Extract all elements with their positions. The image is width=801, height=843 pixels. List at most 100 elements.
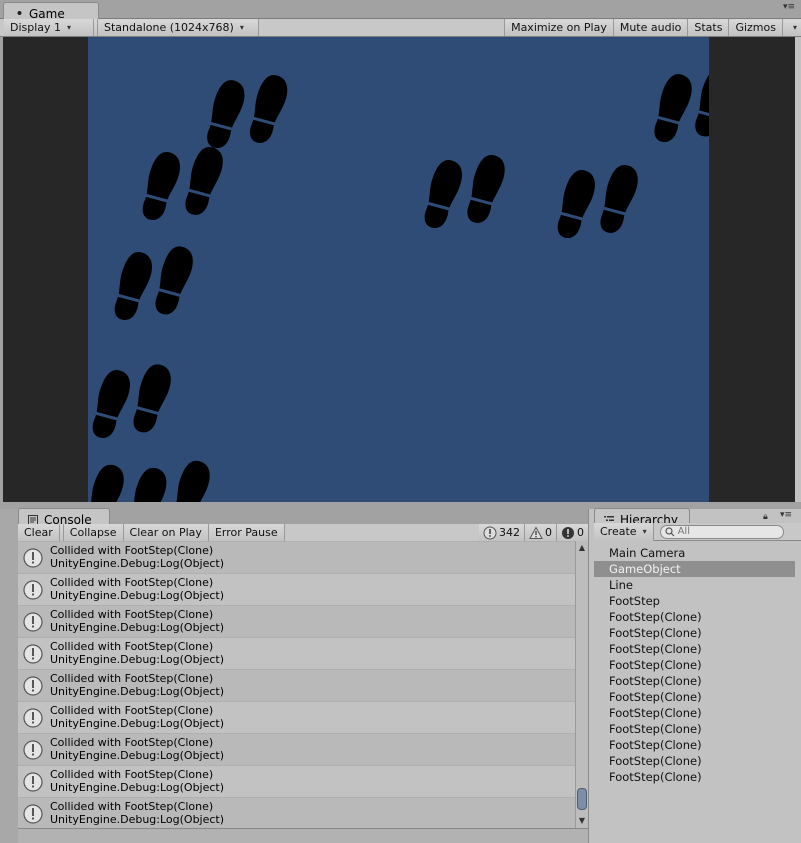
log-stacktrace: UnityEngine.Debug:Log(Object) — [50, 685, 225, 698]
scroll-up-arrow-icon[interactable]: ▲ — [576, 542, 588, 554]
error-count-toggle[interactable]: 0 — [557, 524, 588, 541]
log-message: Collided with FootStep(Clone) — [50, 704, 214, 717]
warning-count-toggle[interactable]: 0 — [525, 524, 557, 541]
hierarchy-item[interactable]: Main Camera — [594, 545, 795, 561]
game-view-right-gutter — [795, 37, 801, 502]
collapse-toggle[interactable]: Collapse — [63, 524, 124, 541]
create-label: Create — [600, 525, 637, 538]
hierarchy-item[interactable]: FootStep(Clone) — [594, 737, 795, 753]
resolution-dropdown[interactable]: Standalone (1024x768) — [98, 19, 259, 36]
hierarchy-item[interactable]: FootStep(Clone) — [594, 705, 795, 721]
footprint-pair — [137, 143, 228, 225]
lock-icon[interactable]: 🔒︎ — [763, 512, 768, 522]
search-icon — [664, 526, 675, 536]
hierarchy-item[interactable]: FootStep(Clone) — [594, 673, 795, 689]
hierarchy-item[interactable]: FootStep(Clone) — [594, 657, 795, 673]
log-stacktrace: UnityEngine.Debug:Log(Object) — [50, 813, 225, 826]
hierarchy-item[interactable]: Line — [594, 577, 795, 593]
left-panel-stub — [0, 509, 18, 843]
panel-menu-icon[interactable]: ▾≡ — [783, 2, 795, 12]
footprints-layer — [88, 65, 709, 502]
footprint-pair — [201, 71, 292, 153]
log-entry[interactable]: Collided with FootStep(Clone) UnityEngine… — [18, 573, 575, 605]
game-tab-strip: Game ▾≡ — [0, 0, 801, 21]
footprint-pair — [552, 161, 643, 243]
clear-on-play-label: Clear on Play — [129, 526, 202, 539]
log-entry[interactable]: Collided with FootStep(Clone) UnityEngine… — [18, 797, 575, 828]
info-icon — [23, 772, 43, 792]
footprint-pair — [88, 457, 215, 502]
log-message: Collided with FootStep(Clone) — [50, 736, 214, 749]
hierarchy-item-selected[interactable]: GameObject — [594, 561, 795, 577]
console-scrollbar[interactable]: ▲ ▼ — [575, 541, 588, 828]
hierarchy-item[interactable]: FootStep(Clone) — [594, 769, 795, 785]
log-count-toggle[interactable]: 342 — [479, 524, 525, 541]
footprint-pair — [88, 361, 176, 443]
stats-toggle[interactable]: Stats — [688, 19, 730, 36]
log-entry[interactable]: Collided with FootStep(Clone) UnityEngine… — [18, 605, 575, 637]
hierarchy-item[interactable]: FootStep(Clone) — [594, 753, 795, 769]
log-entry[interactable]: Collided with FootStep(Clone) UnityEngine… — [18, 765, 575, 797]
clear-label: Clear — [24, 526, 53, 539]
log-message: Collided with FootStep(Clone) — [50, 576, 214, 589]
game-canvas[interactable] — [88, 37, 709, 502]
gizmos-dropdown[interactable] — [782, 19, 801, 36]
scroll-down-arrow-icon[interactable]: ▼ — [576, 815, 588, 827]
mute-audio-toggle[interactable]: Mute audio — [613, 19, 689, 36]
error-pause-label: Error Pause — [214, 526, 278, 539]
stats-label: Stats — [694, 21, 723, 34]
info-icon — [23, 644, 43, 664]
info-icon — [23, 612, 43, 632]
log-entry[interactable]: Collided with FootStep(Clone) UnityEngine… — [18, 733, 575, 765]
error-pause-toggle[interactable]: Error Pause — [208, 524, 285, 541]
maximize-on-play-toggle[interactable]: Maximize on Play — [505, 19, 614, 36]
search-placeholder: All — [677, 526, 690, 537]
log-stacktrace: UnityEngine.Debug:Log(Object) — [50, 717, 225, 730]
hierarchy-list[interactable]: Main Camera GameObject Line FootStep Foo… — [594, 545, 795, 835]
log-message: Collided with FootStep(Clone) — [50, 800, 214, 813]
hierarchy-item[interactable]: FootStep(Clone) — [594, 641, 795, 657]
log-entry[interactable]: Collided with FootStep(Clone) UnityEngine… — [18, 637, 575, 669]
log-stacktrace: UnityEngine.Debug:Log(Object) — [50, 589, 225, 602]
log-message: Collided with FootStep(Clone) — [50, 544, 214, 557]
hierarchy-item[interactable]: FootStep(Clone) — [594, 609, 795, 625]
clear-button[interactable]: Clear — [18, 524, 60, 541]
game-controller-icon — [13, 8, 22, 19]
hierarchy-item[interactable]: FootStep(Clone) — [594, 721, 795, 737]
game-view[interactable] — [3, 37, 795, 502]
info-icon — [23, 740, 43, 760]
footprint-pair — [419, 151, 510, 233]
footprint-pair — [648, 65, 709, 147]
create-dropdown[interactable]: Create — [594, 522, 654, 541]
log-message: Collided with FootStep(Clone) — [50, 768, 214, 781]
hierarchy-item[interactable]: FootStep(Clone) — [594, 689, 795, 705]
hierarchy-item[interactable]: FootStep(Clone) — [594, 625, 795, 641]
log-stacktrace: UnityEngine.Debug:Log(Object) — [50, 653, 225, 666]
console-log-list[interactable]: Collided with FootStep(Clone) UnityEngine… — [18, 541, 575, 828]
console-toolbar: Clear Collapse Clear on Play Error Pause… — [18, 524, 588, 542]
log-stacktrace: UnityEngine.Debug:Log(Object) — [50, 557, 225, 570]
log-entry[interactable]: Collided with FootStep(Clone) UnityEngine… — [18, 701, 575, 733]
warning-icon — [529, 525, 543, 539]
log-message: Collided with FootStep(Clone) — [50, 640, 214, 653]
clear-on-play-toggle[interactable]: Clear on Play — [123, 524, 209, 541]
panel-menu-icon[interactable]: ▾≡ — [780, 510, 792, 520]
hierarchy-search-input[interactable]: All — [659, 524, 784, 539]
log-message: Collided with FootStep(Clone) — [50, 608, 214, 621]
display-label: Display 1 — [10, 21, 62, 34]
log-entry[interactable]: Collided with FootStep(Clone) UnityEngine… — [18, 669, 575, 701]
scrollbar-thumb[interactable] — [577, 788, 587, 810]
gizmos-button[interactable]: Gizmos — [729, 19, 783, 36]
mute-label: Mute audio — [619, 21, 682, 34]
hierarchy-item[interactable]: FootStep — [594, 593, 795, 609]
display-dropdown[interactable]: Display 1 — [4, 19, 94, 36]
hierarchy-toolbar: Create All — [594, 522, 801, 541]
info-icon — [23, 676, 43, 696]
error-count: 0 — [577, 526, 584, 539]
gizmos-label: Gizmos — [735, 21, 776, 34]
footprint-pair — [109, 243, 198, 325]
info-icon — [23, 708, 43, 728]
log-stacktrace: UnityEngine.Debug:Log(Object) — [50, 749, 225, 762]
log-entry[interactable]: Collided with FootStep(Clone) UnityEngine… — [18, 541, 575, 573]
error-icon — [562, 526, 574, 539]
